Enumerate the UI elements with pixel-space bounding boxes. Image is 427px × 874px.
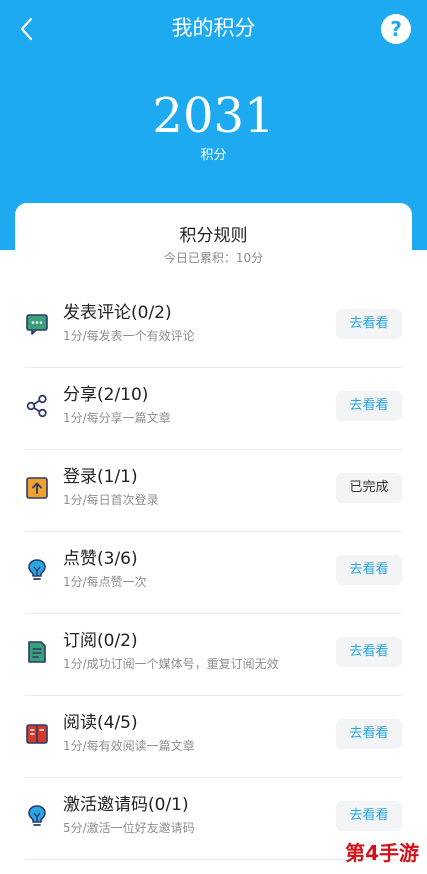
task-row-login: 登录(1/1) 1分/每日首次登录 已完成 [25, 450, 402, 532]
task-title: 发表评论(0/2) [63, 303, 172, 323]
book-icon [26, 724, 48, 744]
watermark-logo: 第4手游 [345, 841, 419, 865]
task-description: 1分/每分享一篇文章 [63, 411, 171, 425]
go-check-button[interactable]: 去看看 [336, 391, 402, 421]
share-icon [26, 394, 47, 418]
task-description: 5分/激活一位好友邀请码 [63, 821, 195, 835]
help-button[interactable]: ? [381, 14, 411, 44]
go-check-button[interactable]: 去看看 [336, 719, 402, 749]
page-title: 我的积分 [171, 16, 256, 40]
task-row-subscribe: 订阅(0/2) 1分/成功订阅一个媒体号，重复订阅无效 去看看 [25, 614, 402, 696]
task-description: 1分/每日首次登录 [63, 493, 159, 507]
task-row-comment: 发表评论(0/2) 1分/每发表一个有效评论 去看看 [25, 286, 402, 368]
login-icon [26, 477, 48, 499]
task-description: 1分/每有效阅读一篇文章 [63, 739, 195, 753]
task-row-share: 分享(2/10) 1分/每分享一篇文章 去看看 [25, 368, 402, 450]
go-check-button[interactable]: 去看看 [336, 801, 402, 831]
comment-icon [26, 314, 48, 335]
rules-title: 积分规则 [179, 226, 248, 246]
points-label: 积分 [200, 148, 227, 163]
task-description: 1分/每点赞一次 [63, 575, 147, 589]
bulb-icon [28, 559, 46, 580]
bulb-icon [28, 805, 46, 826]
task-title: 订阅(0/2) [63, 631, 138, 651]
task-title: 点赞(3/6) [63, 549, 138, 569]
today-points-summary: 今日已累积：10分 [163, 251, 264, 265]
task-row-read: 阅读(4/5) 1分/每有效阅读一篇文章 去看看 [25, 696, 402, 778]
task-description: 1分/成功订阅一个媒体号，重复订阅无效 [63, 657, 279, 671]
task-title: 阅读(4/5) [63, 713, 138, 733]
completed-button[interactable]: 已完成 [336, 473, 402, 503]
go-check-button[interactable]: 去看看 [336, 309, 402, 339]
task-row-like: 点赞(3/6) 1分/每点赞一次 去看看 [25, 532, 402, 614]
go-check-button[interactable]: 去看看 [336, 637, 402, 667]
task-description: 1分/每发表一个有效评论 [63, 329, 195, 343]
task-title: 激活邀请码(0/1) [63, 795, 189, 815]
task-title: 登录(1/1) [63, 467, 138, 487]
points-value: 2031 [152, 88, 275, 144]
rules-card: 积分规则 今日已累积：10分 发表评论(0/2) 1分/每发表一个有效评论 去看… [15, 203, 412, 874]
task-title: 分享(2/10) [63, 385, 149, 405]
document-icon [28, 641, 46, 663]
go-check-button[interactable]: 去看看 [336, 555, 402, 585]
